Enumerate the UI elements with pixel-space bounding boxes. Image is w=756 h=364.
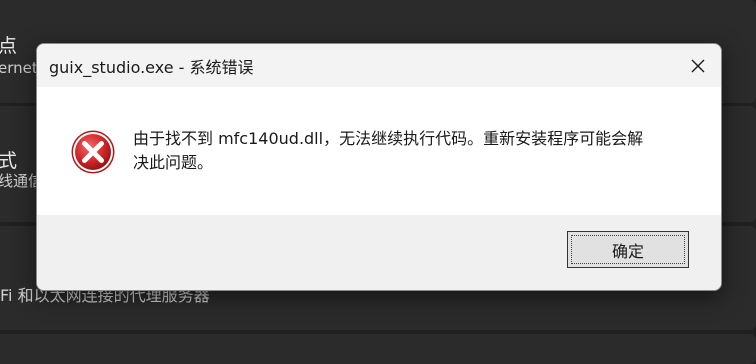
dialog-footer: 确定 bbox=[37, 215, 721, 290]
background-item-subtitle: ernet bbox=[0, 59, 38, 77]
dialog-content: 由于找不到 mfc140ud.dll，无法继续执行代码。重新安装程序可能会解 决… bbox=[37, 87, 721, 215]
ok-button[interactable]: 确定 bbox=[567, 231, 689, 268]
close-button[interactable] bbox=[675, 44, 721, 87]
ok-button-label: 确定 bbox=[611, 241, 644, 261]
close-icon bbox=[691, 59, 705, 72]
error-icon bbox=[71, 130, 115, 174]
dialog-title: guix_studio.exe - 系统错误 bbox=[49, 58, 254, 77]
background-item-title: 点 bbox=[0, 35, 18, 57]
dialog-title-bar[interactable]: guix_studio.exe - 系统错误 bbox=[37, 44, 721, 87]
system-error-dialog: guix_studio.exe - 系统错误 由于找不到 mfc140ud.dl… bbox=[36, 43, 722, 291]
error-message: 由于找不到 mfc140ud.dll，无法继续执行代码。重新安装程序可能会解 决… bbox=[133, 127, 693, 175]
background-settings-card-4 bbox=[0, 334, 756, 364]
background-item-title: 式 bbox=[0, 150, 18, 172]
error-message-line-2: 决此问题。 bbox=[133, 153, 214, 172]
error-message-line-1: 由于找不到 mfc140ud.dll，无法继续执行代码。重新安装程序可能会解 bbox=[133, 129, 644, 148]
